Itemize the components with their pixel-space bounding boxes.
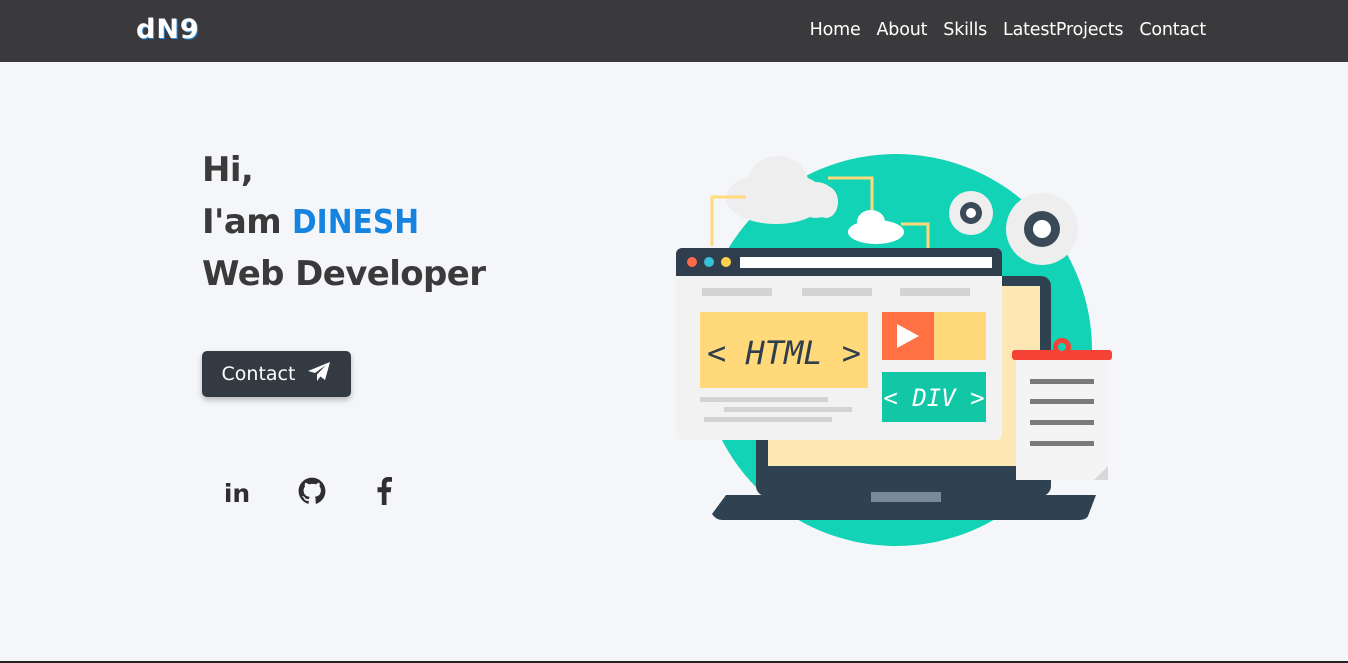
- web-development-illustration: < HTML > < DIV >: [676, 150, 1116, 550]
- linkedin-icon: in: [223, 478, 251, 508]
- nav-links: Home About Skills LatestProjects Contact: [810, 20, 1207, 40]
- hero-role: Web Developer: [202, 254, 486, 294]
- hero-greeting: Hi,: [202, 150, 254, 190]
- contact-button[interactable]: Contact: [202, 351, 351, 397]
- contact-button-label: Contact: [221, 363, 296, 385]
- paper-plane-icon: [307, 361, 331, 388]
- navbar: dN9 Home About Skills LatestProjects Con…: [0, 0, 1348, 62]
- logo[interactable]: dN9: [136, 14, 200, 45]
- nav-link-contact[interactable]: Contact: [1139, 20, 1206, 40]
- hero-intro: I'am: [202, 202, 293, 242]
- github-link[interactable]: [297, 477, 327, 509]
- nav-link-latest-projects[interactable]: LatestProjects: [1003, 20, 1123, 40]
- div-tag-label: < DIV >: [883, 384, 984, 412]
- nav-link-about[interactable]: About: [877, 20, 928, 40]
- linkedin-link[interactable]: in: [222, 478, 252, 508]
- cloud-icon: [726, 156, 838, 224]
- facebook-link[interactable]: [369, 477, 399, 509]
- nav-link-skills[interactable]: Skills: [943, 20, 987, 40]
- html-tag-label: < HTML >: [707, 334, 861, 372]
- gear-icon-small: [949, 191, 993, 235]
- notepad-icon: [1012, 338, 1112, 480]
- facebook-icon: [376, 477, 392, 509]
- hero-name: DINESH: [292, 202, 420, 241]
- hero-intro-line: I'am DINESH: [202, 196, 485, 248]
- hero-heading: Hi, I'am DINESH Web Developer: [202, 144, 486, 300]
- nav-link-home[interactable]: Home: [810, 20, 861, 40]
- gear-icon-large: [1006, 193, 1078, 265]
- github-icon: [298, 477, 326, 509]
